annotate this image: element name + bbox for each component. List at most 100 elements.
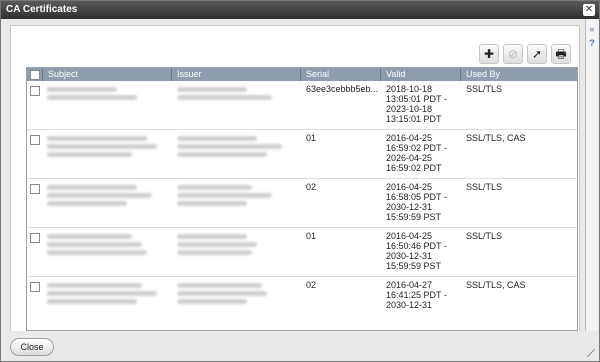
toolbar: ✚ ⊘ ➚ 🖶: [479, 44, 571, 64]
redacted-subject: [47, 136, 147, 141]
redacted-issuer: [177, 250, 252, 255]
valid-from-time: 16:58:05 PDT -: [386, 192, 447, 202]
certificates-panel: ✚ ⊘ ➚ 🖶 Subject Issuer Serial Valid Used…: [10, 25, 580, 333]
table-row[interactable]: 02 2016-04-25 16:58:05 PDT - 2030-12-31 …: [27, 179, 577, 228]
used-by-cell: SSL/TLS: [466, 84, 503, 94]
valid-from-date: 2016-04-27: [386, 280, 433, 290]
export-icon: ➚: [531, 47, 543, 61]
used-by-cell: SSL/TLS, CAS: [466, 280, 526, 290]
redacted-subject: [47, 87, 117, 92]
redacted-issuer: [177, 144, 282, 149]
dialog-titlebar: CA Certificates ✕: [1, 1, 599, 19]
valid-from-date: 2018-10-18: [386, 84, 433, 94]
redacted-issuer: [177, 291, 267, 296]
valid-cell: 2018-10-18 13:05:01 PDT - 2023-10-18 13:…: [386, 84, 447, 124]
redacted-issuer: [177, 95, 272, 100]
redacted-issuer: [177, 193, 272, 198]
valid-cell: 2016-04-25 16:59:02 PDT - 2026-04-25 16:…: [386, 133, 447, 173]
valid-cell: 2016-04-25 16:50:46 PDT - 2030-12-31 15:…: [386, 231, 447, 271]
row-checkbox[interactable]: [30, 282, 40, 292]
serial-cell: 01: [306, 133, 317, 143]
close-icon[interactable]: ✕: [583, 4, 595, 16]
select-all-cell: [27, 68, 43, 81]
row-checkbox[interactable]: [30, 86, 40, 96]
select-all-checkbox[interactable]: [30, 70, 40, 80]
valid-from-time: 13:05:01 PDT -: [386, 94, 447, 104]
close-button[interactable]: Close: [10, 338, 54, 356]
redacted-issuer: [177, 136, 257, 141]
serial-cell: 02: [306, 182, 317, 192]
serial-cell: 02: [306, 280, 317, 290]
used-by-cell: SSL/TLS, CAS: [466, 133, 526, 143]
valid-to-date: 2030-12-31: [386, 251, 433, 261]
ca-certificates-dialog: CA Certificates ✕ « ? ✚ ⊘ ➚ 🖶 Subject Is…: [0, 0, 600, 362]
valid-from-date: 2016-04-25: [386, 133, 433, 143]
header-serial[interactable]: Serial: [301, 68, 381, 81]
valid-to-time: 13:15:01 PDT: [386, 114, 442, 124]
disable-icon: ⊘: [507, 47, 519, 61]
redacted-subject: [47, 144, 157, 149]
table-row[interactable]: 02 2016-04-27 16:41:25 PDT - 2030-12-31 …: [27, 277, 577, 325]
table-header: Subject Issuer Serial Valid Used By: [27, 68, 577, 81]
add-button[interactable]: ✚: [479, 44, 499, 64]
header-used-by[interactable]: Used By: [461, 68, 577, 81]
redacted-issuer: [177, 201, 247, 206]
table-row[interactable]: 63ee3cebbb5eb... 2018-10-18 13:05:01 PDT…: [27, 81, 577, 130]
header-issuer[interactable]: Issuer: [172, 68, 301, 81]
redacted-subject: [47, 185, 137, 190]
collapse-icon[interactable]: «: [587, 23, 597, 35]
valid-to-date: 2030-12-31: [386, 202, 433, 212]
row-checkbox[interactable]: [30, 135, 40, 145]
redacted-issuer: [177, 234, 247, 239]
valid-from-date: 2016-04-25: [386, 231, 433, 241]
valid-from-time: 16:50:46 PDT -: [386, 241, 447, 251]
valid-cell: 2016-04-27 16:41:25 PDT - 2030-12-31: [386, 280, 447, 310]
print-button[interactable]: 🖶: [551, 44, 571, 64]
certificates-table: Subject Issuer Serial Valid Used By 63ee…: [26, 67, 578, 331]
resize-handle-icon[interactable]: [587, 349, 595, 357]
redacted-subject: [47, 95, 137, 100]
redacted-subject: [47, 193, 152, 198]
serial-cell: 01: [306, 231, 317, 241]
redacted-issuer: [177, 242, 257, 247]
export-button[interactable]: ➚: [527, 44, 547, 64]
used-by-cell: SSL/TLS: [466, 231, 503, 241]
valid-to-date: 2023-10-18: [386, 104, 433, 114]
help-icon[interactable]: ?: [587, 37, 597, 49]
dialog-footer: Close: [1, 331, 599, 361]
header-valid[interactable]: Valid: [381, 68, 461, 81]
valid-to-time: 15:59:59 PST: [386, 261, 442, 271]
redacted-subject: [47, 283, 142, 288]
redacted-subject: [47, 234, 132, 239]
valid-from-time: 16:59:02 PDT -: [386, 143, 447, 153]
redacted-subject: [47, 242, 142, 247]
used-by-cell: SSL/TLS: [466, 182, 503, 192]
dialog-title: CA Certificates: [6, 4, 78, 15]
redacted-issuer: [177, 87, 247, 92]
valid-to-date: 2030-12-31: [386, 300, 433, 310]
plus-icon: ✚: [483, 47, 495, 61]
redacted-subject: [47, 299, 137, 304]
valid-from-time: 16:41:25 PDT -: [386, 290, 447, 300]
valid-cell: 2016-04-25 16:58:05 PDT - 2030-12-31 15:…: [386, 182, 447, 222]
side-panel: « ?: [585, 19, 598, 331]
header-subject[interactable]: Subject: [43, 68, 172, 81]
row-checkbox[interactable]: [30, 233, 40, 243]
valid-to-time: 15:59:59 PST: [386, 212, 442, 222]
redacted-issuer: [177, 185, 252, 190]
printer-icon: 🖶: [555, 47, 567, 61]
redacted-issuer: [177, 152, 267, 157]
serial-cell: 63ee3cebbb5eb...: [306, 84, 379, 94]
redacted-subject: [47, 152, 132, 157]
redacted-subject: [47, 291, 157, 296]
row-checkbox[interactable]: [30, 184, 40, 194]
redacted-issuer: [177, 299, 247, 304]
redacted-issuer: [177, 283, 262, 288]
valid-to-time: 16:59:02 PDT: [386, 163, 442, 173]
redacted-subject: [47, 250, 147, 255]
valid-to-date: 2026-04-25: [386, 153, 433, 163]
table-row[interactable]: 01 2016-04-25 16:50:46 PDT - 2030-12-31 …: [27, 228, 577, 277]
disable-button[interactable]: ⊘: [503, 44, 523, 64]
table-row[interactable]: 01 2016-04-25 16:59:02 PDT - 2026-04-25 …: [27, 130, 577, 179]
valid-from-date: 2016-04-25: [386, 182, 433, 192]
